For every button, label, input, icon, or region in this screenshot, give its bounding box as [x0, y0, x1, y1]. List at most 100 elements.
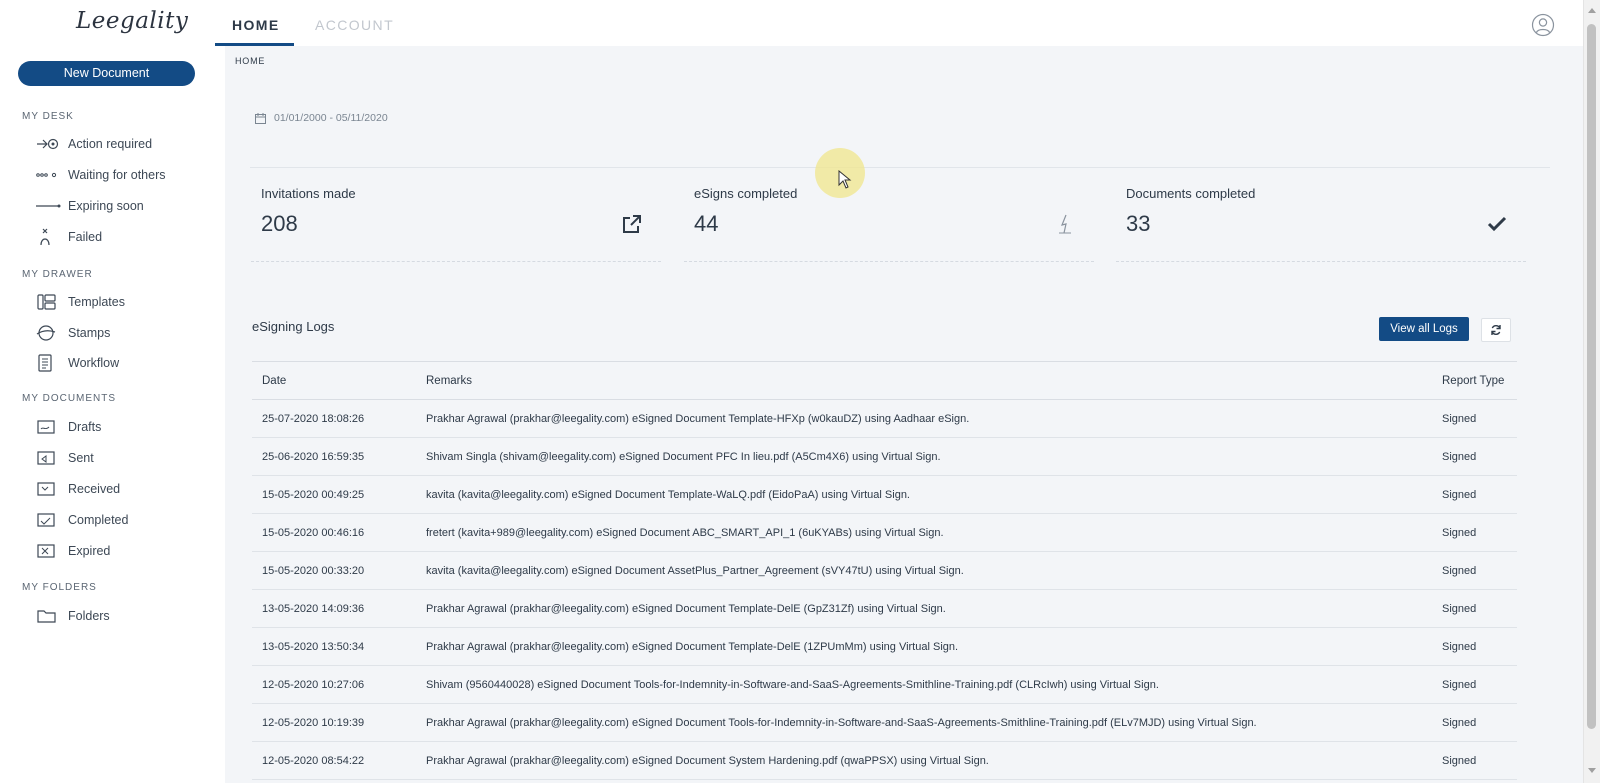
stat-value: 208: [261, 211, 298, 236]
table-row[interactable]: 25-06-2020 16:59:35 Shivam Singla (shivam…: [252, 437, 1517, 476]
date-range-picker[interactable]: 01/01/2000 - 05/11/2020: [255, 112, 388, 124]
sidebar-item-expiring-soon[interactable]: Expiring soon: [36, 195, 216, 217]
table-row[interactable]: 15-05-2020 00:33:20 kavita (kavita@leegal…: [252, 551, 1517, 590]
expiring-icon: [36, 197, 62, 215]
cell-date: 15-05-2020 00:49:25: [252, 475, 416, 514]
templates-icon: [36, 293, 62, 311]
completed-icon: [36, 511, 62, 529]
cell-date: 13-05-2020 14:09:36: [252, 589, 416, 628]
table-row[interactable]: 12-05-2020 10:27:06 Shivam (9560440028) e…: [252, 665, 1517, 704]
cell-report-type: Signed: [1432, 589, 1517, 628]
workflow-icon: [36, 354, 62, 372]
cell-report-type: Signed: [1432, 665, 1517, 704]
stat-card-documents: Documents completed 33: [1116, 181, 1526, 262]
view-all-logs-button[interactable]: View all Logs: [1379, 317, 1469, 341]
sidebar-item-completed[interactable]: Completed: [36, 509, 216, 531]
stat-value: 44: [694, 211, 719, 236]
sidebar-item-label: Waiting for others: [68, 168, 166, 182]
new-document-button[interactable]: New Document: [18, 61, 195, 86]
logs-title: eSigning Logs: [252, 319, 335, 334]
scroll-down-arrow-icon[interactable]: [1588, 768, 1596, 773]
cell-remarks: Prakhar Agrawal (prakhar@leegality.com) …: [416, 399, 1432, 438]
sidebar-item-label: Folders: [68, 609, 110, 623]
folder-icon: [36, 607, 62, 625]
sidebar-item-label: Expiring soon: [68, 199, 144, 213]
scroll-up-arrow-icon[interactable]: [1588, 8, 1596, 13]
logs-table-body: 25-07-2020 18:08:26 Prakhar Agrawal (prak…: [252, 399, 1517, 780]
column-header-remarks[interactable]: Remarks: [416, 361, 1432, 400]
breadcrumb[interactable]: HOME: [235, 56, 265, 66]
cell-remarks: Prakhar Agrawal (prakhar@leegality.com) …: [416, 741, 1432, 780]
column-header-report-type[interactable]: Report Type: [1432, 361, 1517, 400]
cell-date: 25-06-2020 16:59:35: [252, 437, 416, 476]
cell-remarks: Prakhar Agrawal (prakhar@leegality.com) …: [416, 627, 1432, 666]
cell-date: 15-05-2020 00:33:20: [252, 551, 416, 590]
sidebar-item-label: Failed: [68, 230, 103, 244]
table-row[interactable]: 13-05-2020 14:09:36 Prakhar Agrawal (prak…: [252, 589, 1517, 628]
table-row[interactable]: 12-05-2020 08:54:22 Prakhar Agrawal (prak…: [252, 741, 1517, 780]
expired-icon: [36, 542, 62, 560]
section-title-my-folders: MY FOLDERS: [22, 582, 97, 593]
date-range-text: 01/01/2000 - 05/11/2020: [274, 112, 388, 124]
sidebar-item-workflow[interactable]: Workflow: [36, 352, 216, 374]
stat-card-esigns: eSigns completed 44: [684, 181, 1094, 262]
calendar-icon: [255, 112, 266, 124]
divider: [250, 167, 1550, 168]
sidebar-item-drafts[interactable]: Drafts: [36, 416, 216, 438]
action-required-icon: [36, 135, 62, 153]
user-profile-icon[interactable]: [1531, 13, 1555, 37]
sidebar-item-label: Stamps: [68, 326, 111, 340]
cell-date: 13-05-2020 13:50:34: [252, 627, 416, 666]
sidebar: New Document MY DESK Action required Wai…: [0, 46, 225, 783]
sidebar-item-folders[interactable]: Folders: [36, 605, 216, 627]
cell-remarks: Prakhar Agrawal (prakhar@leegality.com) …: [416, 589, 1432, 628]
refresh-icon: [1491, 325, 1501, 335]
scrollbar-thumb[interactable]: [1587, 24, 1596, 729]
section-title-my-drawer: MY DRAWER: [22, 269, 93, 280]
sent-icon: [36, 449, 62, 467]
refresh-button[interactable]: [1481, 318, 1511, 342]
cell-remarks: Prakhar Agrawal (prakhar@leegality.com) …: [416, 703, 1432, 742]
tab-account[interactable]: ACCOUNT: [315, 17, 394, 33]
stat-card-invitations: Invitations made 208: [251, 181, 661, 262]
tab-home[interactable]: HOME: [232, 17, 280, 33]
table-row[interactable]: 15-05-2020 00:46:16 fretert (kavita+989@l…: [252, 513, 1517, 552]
sidebar-item-label: Received: [68, 482, 121, 496]
logs-table: Date Remarks Report Type 25-07-2020 18:0…: [252, 361, 1517, 780]
sidebar-item-action-required[interactable]: Action required: [36, 133, 216, 155]
cell-report-type: Signed: [1432, 551, 1517, 590]
table-row[interactable]: 13-05-2020 13:50:34 Prakhar Agrawal (prak…: [252, 627, 1517, 666]
sidebar-item-templates[interactable]: Templates: [36, 291, 216, 313]
cell-report-type: Signed: [1432, 627, 1517, 666]
cell-remarks: kavita (kavita@leegality.com) eSigned Do…: [416, 475, 1432, 514]
sidebar-item-label: Templates: [68, 295, 125, 309]
sidebar-item-stamps[interactable]: Stamps: [36, 322, 216, 344]
table-row[interactable]: 25-07-2020 18:08:26 Prakhar Agrawal (prak…: [252, 399, 1517, 438]
sidebar-item-expired[interactable]: Expired: [36, 540, 216, 562]
checkmark-icon: [1487, 216, 1507, 232]
sidebar-item-label: Workflow: [68, 356, 120, 370]
cell-report-type: Signed: [1432, 741, 1517, 780]
stat-label: Documents completed: [1126, 186, 1256, 201]
column-header-date[interactable]: Date: [252, 361, 416, 400]
sidebar-item-label: Sent: [68, 451, 94, 465]
leegality-logo[interactable]: Leegality: [72, 4, 188, 42]
stamps-icon: [36, 324, 62, 342]
cell-report-type: Signed: [1432, 437, 1517, 476]
cell-remarks: kavita (kavita@leegality.com) eSigned Do…: [416, 551, 1432, 590]
external-link-icon[interactable]: [621, 213, 643, 235]
table-row[interactable]: 12-05-2020 10:19:39 Prakhar Agrawal (prak…: [252, 703, 1517, 742]
sidebar-item-failed[interactable]: Failed: [36, 226, 216, 248]
sidebar-item-label: Drafts: [68, 420, 102, 434]
cell-report-type: Signed: [1432, 703, 1517, 742]
section-title-my-desk: MY DESK: [22, 111, 74, 122]
logo-text: Leegality: [76, 8, 189, 34]
sidebar-item-sent[interactable]: Sent: [36, 447, 216, 469]
sidebar-item-waiting-for-others[interactable]: Waiting for others: [36, 164, 216, 186]
table-header-row: Date Remarks Report Type: [252, 361, 1517, 400]
cell-date: 12-05-2020 10:27:06: [252, 665, 416, 704]
table-row[interactable]: 15-05-2020 00:49:25 kavita (kavita@leegal…: [252, 475, 1517, 514]
cell-remarks: Shivam Singla (shivam@leegality.com) eSi…: [416, 437, 1432, 476]
cell-report-type: Signed: [1432, 513, 1517, 552]
sidebar-item-received[interactable]: Received: [36, 478, 216, 500]
